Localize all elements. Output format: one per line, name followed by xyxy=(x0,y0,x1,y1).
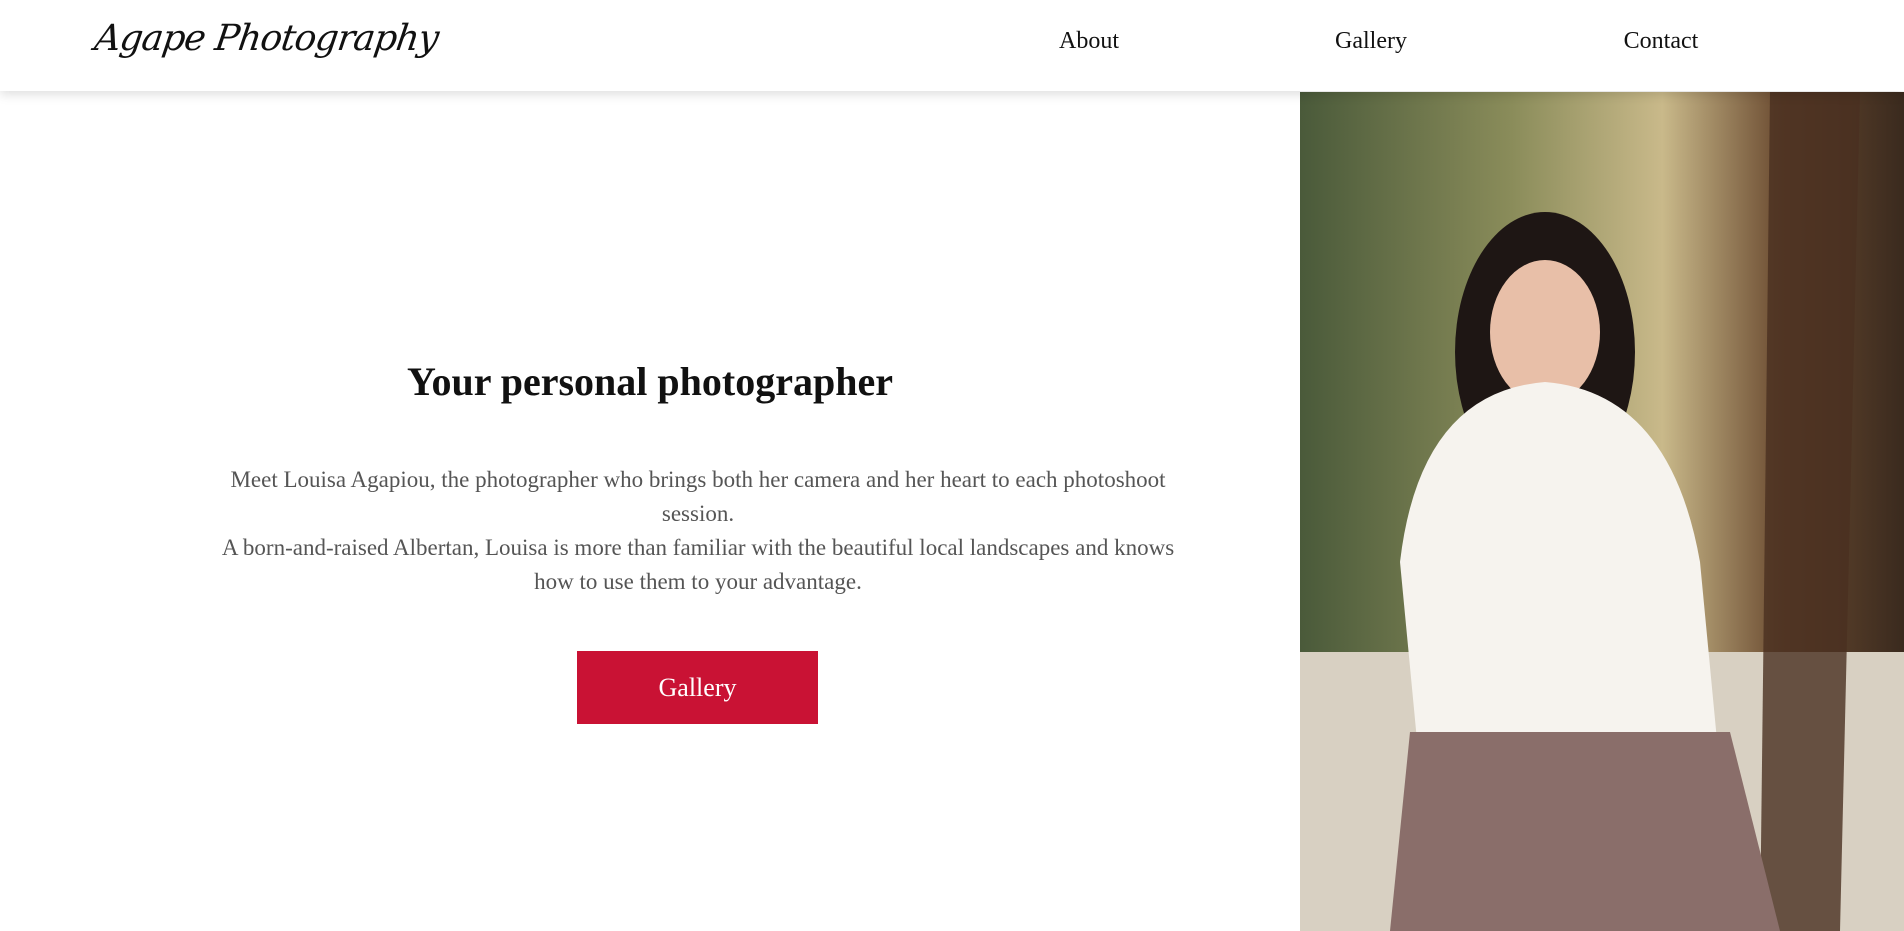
hero-title: Your personal photographer xyxy=(407,359,893,404)
nav-contact[interactable]: Contact xyxy=(1624,28,1699,55)
intro-text: Meet Louisa Agapiou, the photographer wh… xyxy=(230,467,1166,526)
nav-gallery[interactable]: Gallery xyxy=(1335,28,1407,55)
portrait-photo xyxy=(1300,92,1904,931)
site-header: Agape Photography About Gallery Contact xyxy=(0,0,1904,91)
bio-text: A born-and-raised Albertan, Louisa is mo… xyxy=(221,535,1175,594)
gallery-button[interactable]: Gallery xyxy=(577,651,818,724)
logo[interactable]: Agape Photography xyxy=(92,18,441,59)
hero-description: Meet Louisa Agapiou, the photographer wh… xyxy=(200,463,1196,599)
nav-about[interactable]: About xyxy=(1059,28,1119,55)
